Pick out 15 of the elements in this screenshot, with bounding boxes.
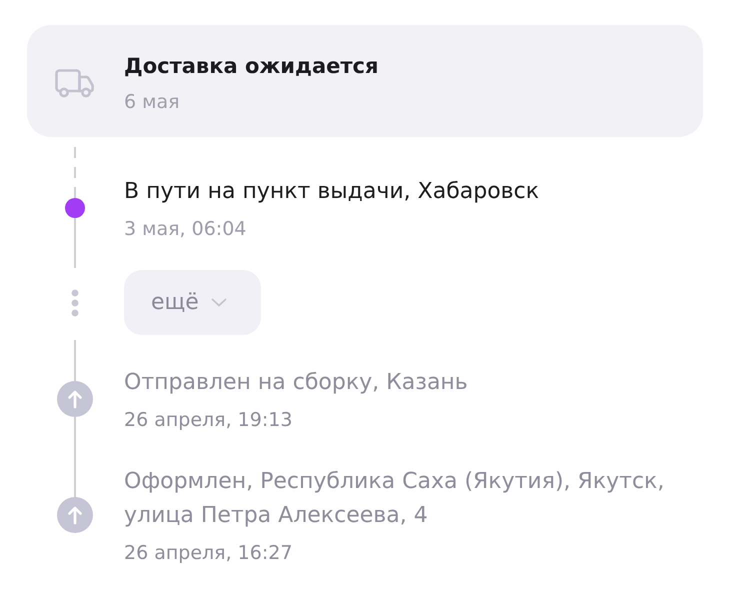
vertical-dots-icon	[71, 288, 79, 316]
event-date: 26 апреля, 19:13	[124, 408, 292, 432]
event-title: В пути на пункт выдачи, Хабаровск	[124, 178, 540, 206]
truck-icon	[55, 68, 95, 98]
delivery-status-title: Доставка ожидается	[124, 53, 378, 80]
dashed-timeline-line	[74, 147, 76, 198]
show-more-button[interactable]: ещё	[124, 270, 261, 335]
arrow-up-icon	[57, 497, 93, 533]
event-title: Отправлен на сборку, Казань	[124, 369, 468, 397]
timeline-dot-icon	[65, 198, 85, 218]
event-date: 3 мая, 06:04	[124, 217, 246, 241]
delivery-date: 6 мая	[124, 90, 181, 114]
arrow-up-icon	[57, 381, 93, 417]
event-date: 26 апреля, 16:27	[124, 541, 292, 565]
event-title: Оформлен, Республика Саха (Якутия), Якутск, улица Петра Алексеева, 4	[124, 468, 666, 530]
